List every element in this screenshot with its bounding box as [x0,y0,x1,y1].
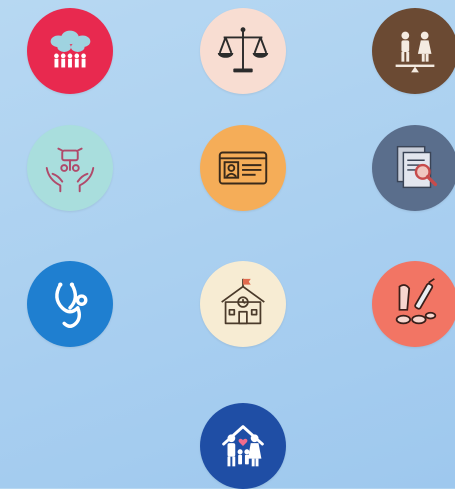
tile-community[interactable] [27,8,113,94]
justice-scales-icon [217,27,269,73]
medicine-icon [395,278,437,325]
tile-document-search[interactable] [372,125,455,211]
community-icon [50,30,91,68]
stethoscope-icon [55,282,88,328]
tile-gender-equality[interactable] [372,8,455,94]
tile-justice-scales[interactable] [200,8,286,94]
tile-school[interactable] [200,261,286,347]
tile-stethoscope[interactable] [27,261,113,347]
gender-equality-icon [395,31,435,73]
tile-family-home[interactable] [200,403,286,489]
tile-id-card[interactable] [200,125,286,211]
id-card-icon [218,151,268,185]
document-search-icon [396,145,438,189]
icon-grid [0,0,455,489]
school-icon [221,278,265,325]
tile-hands-care[interactable] [27,125,113,211]
hands-care-icon [45,147,95,193]
tile-medicine[interactable] [372,261,455,347]
family-home-icon [222,425,264,467]
